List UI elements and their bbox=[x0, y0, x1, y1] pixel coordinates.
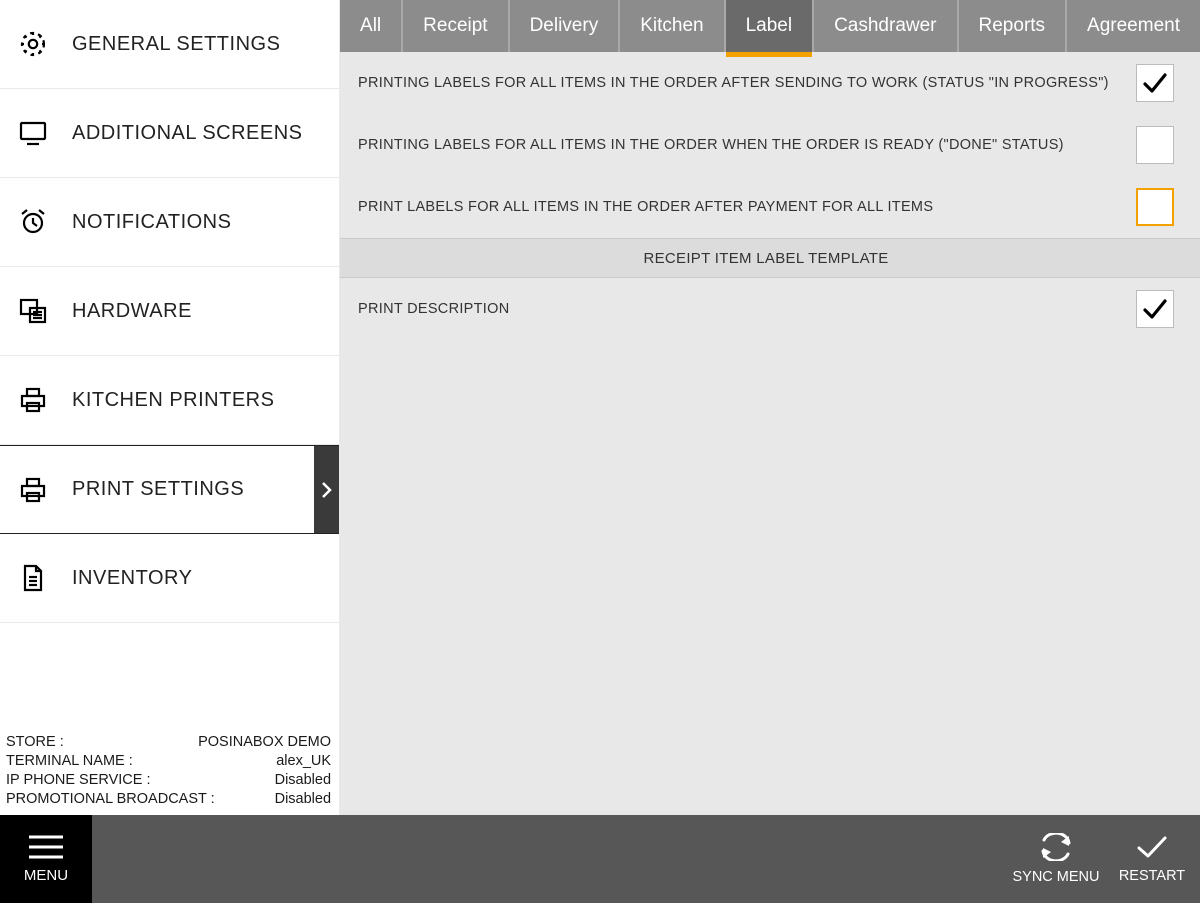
tab-agreement[interactable]: Agreement bbox=[1067, 0, 1200, 52]
sidebar-item-inventory[interactable]: INVENTORY bbox=[0, 534, 339, 623]
tab-label: Reports bbox=[979, 15, 1046, 37]
sync-label: SYNC MENU bbox=[1012, 869, 1099, 885]
printer-icon bbox=[18, 475, 72, 505]
sidebar-item-label: ADDITIONAL SCREENS bbox=[72, 122, 303, 145]
restart-button[interactable]: RESTART bbox=[1104, 815, 1200, 903]
info-row: PROMOTIONAL BROADCAST : Disabled bbox=[6, 790, 331, 809]
check-icon bbox=[1135, 834, 1169, 860]
setting-label: PRINT LABELS FOR ALL ITEMS IN THE ORDER … bbox=[358, 199, 933, 215]
tab-delivery[interactable]: Delivery bbox=[510, 0, 621, 52]
bottom-bar: MENU SYNC MENU RESTART bbox=[0, 815, 1200, 903]
setting-label: PRINT DESCRIPTION bbox=[358, 301, 509, 317]
app-root: GENERAL SETTINGS ADDITIONAL SCREENS NOTIFI… bbox=[0, 0, 1200, 903]
main-area: GENERAL SETTINGS ADDITIONAL SCREENS NOTIFI… bbox=[0, 0, 1200, 815]
hardware-icon bbox=[18, 296, 72, 326]
tab-label[interactable]: Label bbox=[726, 0, 815, 52]
sidebar-item-label: KITCHEN PRINTERS bbox=[72, 389, 274, 412]
tab-reports[interactable]: Reports bbox=[959, 0, 1068, 52]
gear-icon bbox=[18, 29, 72, 59]
tab-all[interactable]: All bbox=[340, 0, 403, 52]
setting-row: PRINTING LABELS FOR ALL ITEMS IN THE ORD… bbox=[340, 114, 1200, 176]
sidebar-item-print-settings[interactable]: PRINT SETTINGS bbox=[0, 445, 339, 534]
menu-label: MENU bbox=[24, 867, 68, 884]
chevron-right-icon bbox=[314, 446, 339, 533]
sidebar-item-kitchen-printers[interactable]: KITCHEN PRINTERS bbox=[0, 356, 339, 445]
checkbox[interactable] bbox=[1136, 188, 1174, 226]
sidebar-item-notifications[interactable]: NOTIFICATIONS bbox=[0, 178, 339, 267]
sidebar-item-label: GENERAL SETTINGS bbox=[72, 33, 280, 56]
tab-cashdrawer[interactable]: Cashdrawer bbox=[814, 0, 958, 52]
checkbox[interactable] bbox=[1136, 126, 1174, 164]
sidebar-item-label: HARDWARE bbox=[72, 300, 192, 323]
sidebar-item-additional-screens[interactable]: ADDITIONAL SCREENS bbox=[0, 89, 339, 178]
info-value: Disabled bbox=[275, 771, 331, 790]
sync-icon bbox=[1039, 833, 1073, 861]
sidebar-list: GENERAL SETTINGS ADDITIONAL SCREENS NOTIFI… bbox=[0, 0, 339, 727]
info-label: PROMOTIONAL BROADCAST : bbox=[6, 790, 215, 809]
sidebar: GENERAL SETTINGS ADDITIONAL SCREENS NOTIFI… bbox=[0, 0, 340, 815]
info-label: TERMINAL NAME : bbox=[6, 752, 133, 771]
menu-button[interactable]: MENU bbox=[0, 815, 92, 903]
tab-label: All bbox=[360, 15, 381, 37]
menu-icon bbox=[29, 835, 63, 859]
tab-label: Cashdrawer bbox=[834, 15, 936, 37]
info-label: STORE : bbox=[6, 733, 64, 752]
sync-menu-button[interactable]: SYNC MENU bbox=[1008, 815, 1104, 903]
monitor-icon bbox=[18, 118, 72, 148]
sidebar-info: STORE : POSINABOX DEMO TERMINAL NAME : alex… bbox=[0, 727, 339, 815]
sidebar-item-label: PRINT SETTINGS bbox=[72, 478, 244, 501]
tab-label: Agreement bbox=[1087, 15, 1180, 37]
setting-label: PRINTING LABELS FOR ALL ITEMS IN THE ORD… bbox=[358, 137, 1064, 153]
section-header: RECEIPT ITEM LABEL TEMPLATE bbox=[340, 238, 1200, 278]
checkbox[interactable] bbox=[1136, 290, 1174, 328]
tab-receipt[interactable]: Receipt bbox=[403, 0, 509, 52]
restart-label: RESTART bbox=[1119, 868, 1185, 884]
info-row: STORE : POSINABOX DEMO bbox=[6, 733, 331, 752]
setting-row: PRINT DESCRIPTION bbox=[340, 278, 1200, 340]
info-value: POSINABOX DEMO bbox=[198, 733, 331, 752]
settings-panel: PRINTING LABELS FOR ALL ITEMS IN THE ORD… bbox=[340, 52, 1200, 815]
printer-icon bbox=[18, 385, 72, 415]
tab-label: Label bbox=[746, 15, 793, 37]
tab-label: Kitchen bbox=[640, 15, 703, 37]
sidebar-item-general-settings[interactable]: GENERAL SETTINGS bbox=[0, 0, 339, 89]
info-row: IP PHONE SERVICE : Disabled bbox=[6, 771, 331, 790]
section-header-label: RECEIPT ITEM LABEL TEMPLATE bbox=[643, 250, 888, 267]
tab-label: Delivery bbox=[530, 15, 599, 37]
document-icon bbox=[18, 563, 72, 593]
checkbox[interactable] bbox=[1136, 64, 1174, 102]
tab-label: Receipt bbox=[423, 15, 487, 37]
tab-kitchen[interactable]: Kitchen bbox=[620, 0, 725, 52]
content-area: All Receipt Delivery Kitchen Label Cashdrawer… bbox=[340, 0, 1200, 815]
sidebar-item-label: INVENTORY bbox=[72, 567, 192, 590]
tabs-bar: All Receipt Delivery Kitchen Label Cashdrawer… bbox=[340, 0, 1200, 52]
sidebar-item-label: NOTIFICATIONS bbox=[72, 211, 231, 234]
setting-row: PRINTING LABELS FOR ALL ITEMS IN THE ORD… bbox=[340, 52, 1200, 114]
setting-label: PRINTING LABELS FOR ALL ITEMS IN THE ORD… bbox=[358, 75, 1109, 91]
info-label: IP PHONE SERVICE : bbox=[6, 771, 151, 790]
sidebar-item-hardware[interactable]: HARDWARE bbox=[0, 267, 339, 356]
setting-row: PRINT LABELS FOR ALL ITEMS IN THE ORDER … bbox=[340, 176, 1200, 238]
info-value: alex_UK bbox=[276, 752, 331, 771]
bottom-spacer bbox=[92, 815, 1008, 903]
info-row: TERMINAL NAME : alex_UK bbox=[6, 752, 331, 771]
alarm-icon bbox=[18, 207, 72, 237]
info-value: Disabled bbox=[275, 790, 331, 809]
